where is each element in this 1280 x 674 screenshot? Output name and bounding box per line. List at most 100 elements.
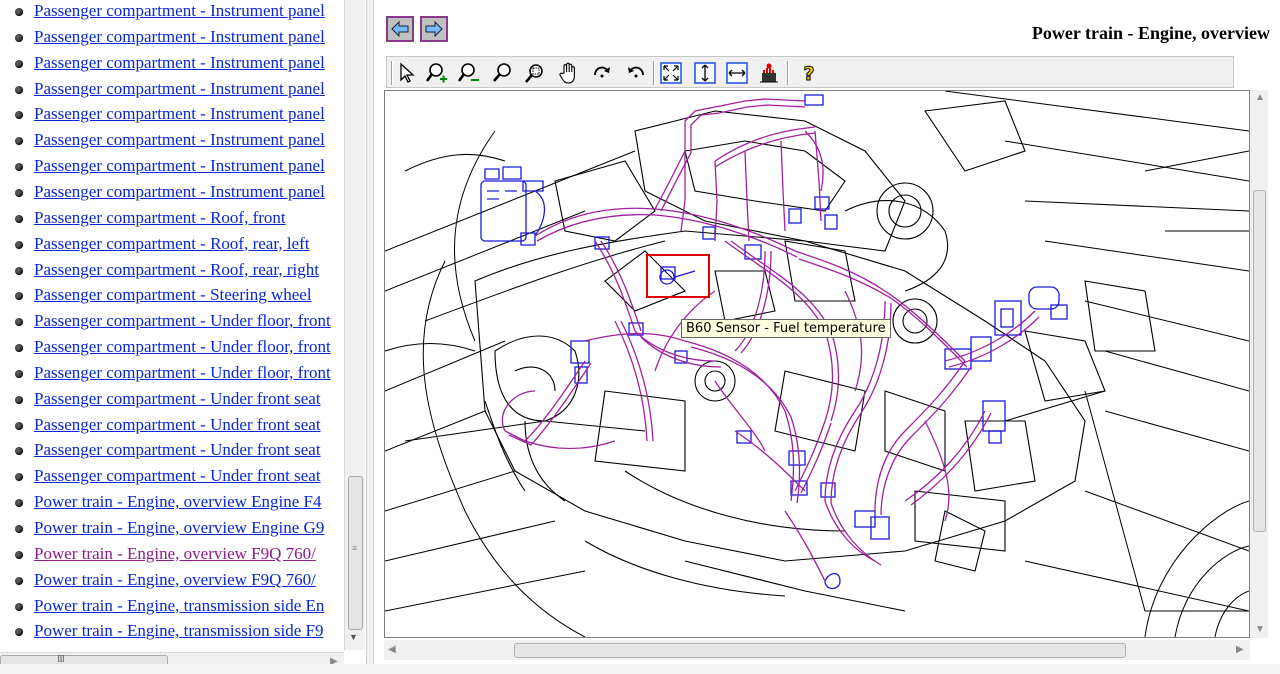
list-item[interactable]: Passenger compartment - Instrument panel [0, 129, 344, 155]
list-item[interactable]: Power train - Engine, overview F9Q 760/ [0, 543, 344, 569]
viewer-vertical-scrollbar[interactable]: ▲ ▼ [1250, 90, 1268, 638]
back-button[interactable] [386, 16, 414, 42]
status-strip [0, 664, 1280, 674]
scroll-up-arrow-icon[interactable]: ▲ [1255, 92, 1265, 103]
document-link[interactable]: Passenger compartment - Under floor, fro… [34, 311, 331, 331]
document-link[interactable]: Passenger compartment - Under front seat [34, 466, 321, 486]
list-vertical-scroll-thumb[interactable]: ≡ [348, 476, 363, 630]
list-item[interactable]: Passenger compartment - Roof, front [0, 207, 344, 233]
list-item[interactable]: Passenger compartment - Instrument panel [0, 0, 344, 26]
rotate-counterclockwise-button[interactable] [623, 61, 647, 85]
document-link[interactable]: Passenger compartment - Instrument panel [34, 130, 325, 150]
list-item[interactable]: Passenger compartment - Under front seat [0, 465, 344, 491]
fit-height-icon [694, 62, 716, 84]
bullet-icon [15, 292, 23, 301]
bullet-icon [15, 8, 23, 16]
b60-highlight[interactable] [646, 254, 710, 298]
document-link[interactable]: Passenger compartment - Roof, front [34, 208, 286, 228]
viewer-vertical-scroll-thumb[interactable] [1253, 190, 1266, 532]
zoom-in-button[interactable] [425, 61, 449, 85]
list-item[interactable]: Power train - Engine, overview Engine F4 [0, 491, 344, 517]
document-link[interactable]: Passenger compartment - Instrument panel [34, 182, 325, 202]
document-link[interactable]: Passenger compartment - Roof, rear, righ… [34, 260, 319, 280]
list-item[interactable]: Power train - Engine, transmission side … [0, 595, 344, 621]
document-link[interactable]: Passenger compartment - Instrument panel [34, 104, 325, 124]
document-link[interactable]: Passenger compartment - Instrument panel [34, 27, 325, 47]
toolbar-separator [391, 61, 393, 85]
document-link[interactable]: Power train - Engine, overview F9Q 760/ [34, 544, 316, 564]
scroll-left-arrow-icon[interactable]: ◀ [388, 644, 396, 655]
toolbar-separator [787, 61, 789, 85]
zoom-button[interactable] [491, 61, 515, 85]
help-button[interactable]: ? [797, 61, 821, 86]
document-title: Power train - Engine, overview [1031, 23, 1270, 43]
list-item[interactable]: Passenger compartment - Roof, rear, left [0, 233, 344, 259]
list-item[interactable]: Passenger compartment - Instrument panel [0, 103, 344, 129]
bullet-icon [15, 421, 23, 430]
list-item[interactable]: Passenger compartment - Under front seat [0, 414, 344, 440]
document-list: Passenger compartment - Instrument panel… [0, 0, 344, 650]
zoom-out-button[interactable] [457, 61, 481, 85]
fit-all-button[interactable] [659, 61, 683, 85]
list-item[interactable]: Passenger compartment - Instrument panel [0, 52, 344, 78]
document-link[interactable]: Power train - Engine, transmission side … [34, 596, 324, 616]
bullet-icon [15, 188, 23, 197]
list-item[interactable]: Power train - Engine, overview Engine G9 [0, 517, 344, 543]
document-link[interactable]: Passenger compartment - Under front seat [34, 415, 321, 435]
select-tool-button[interactable] [395, 61, 419, 85]
toolbar-separator [653, 61, 655, 85]
bullet-icon [15, 111, 23, 120]
engine-wiring-diagram[interactable] [385, 91, 1249, 637]
list-item[interactable]: Power train - Engine, overview F9Q 760/ [0, 569, 344, 595]
list-item[interactable]: Passenger compartment - Under floor, fro… [0, 336, 344, 362]
highlight-icon [760, 63, 778, 83]
zoom-area-icon [525, 64, 543, 83]
bullet-icon [15, 550, 23, 559]
document-link[interactable]: Power train - Engine, transmission side … [34, 621, 323, 641]
list-item[interactable]: Passenger compartment - Under floor, fro… [0, 362, 344, 388]
svg-text:?: ? [803, 63, 814, 85]
highlight-button[interactable] [757, 61, 781, 85]
zoom-area-button[interactable] [523, 61, 547, 85]
list-item[interactable]: Passenger compartment - Under floor, fro… [0, 310, 344, 336]
document-link[interactable]: Passenger compartment - Instrument panel [34, 156, 325, 176]
document-link[interactable]: Passenger compartment - Under floor, fro… [34, 337, 331, 357]
scroll-down-arrow-icon[interactable]: ▼ [349, 632, 358, 642]
list-item[interactable]: Passenger compartment - Instrument panel [0, 181, 344, 207]
list-item[interactable]: Passenger compartment - Instrument panel [0, 26, 344, 52]
list-item[interactable]: Power train - Engine, transmission side … [0, 620, 344, 646]
rotate-clockwise-button[interactable] [591, 61, 615, 85]
document-link[interactable]: Passenger compartment - Under front seat [34, 389, 321, 409]
document-link[interactable]: Passenger compartment - Under floor, fro… [34, 363, 331, 383]
list-vertical-scrollbar[interactable]: ≡ ▼ [344, 0, 365, 650]
pane-splitter[interactable] [366, 0, 374, 674]
document-link[interactable]: Power train - Engine, overview F9Q 760/ [34, 570, 316, 590]
document-link[interactable]: Passenger compartment - Under front seat [34, 440, 321, 460]
scroll-down-arrow-icon[interactable]: ▼ [1255, 624, 1265, 635]
list-item[interactable]: Passenger compartment - Under front seat [0, 388, 344, 414]
viewer-horizontal-scroll-thumb[interactable] [514, 643, 1126, 658]
list-item[interactable]: Passenger compartment - Roof, rear, righ… [0, 259, 344, 285]
list-item[interactable]: Passenger compartment - Under front seat [0, 439, 344, 465]
scroll-right-arrow-icon[interactable]: ▶ [1236, 644, 1244, 655]
list-item[interactable]: Passenger compartment - Steering wheel [0, 284, 344, 310]
bullet-icon [15, 240, 23, 249]
forward-button[interactable] [420, 16, 448, 42]
fit-width-button[interactable] [725, 61, 749, 85]
viewer-horizontal-scrollbar[interactable]: ◀ ▶ [384, 640, 1250, 660]
document-link[interactable]: Power train - Engine, overview Engine F4 [34, 492, 322, 512]
document-link[interactable]: Passenger compartment - Instrument panel [34, 53, 325, 73]
bullet-icon [15, 163, 23, 172]
document-link[interactable]: Power train - Engine, overview Engine G9 [34, 518, 324, 538]
list-item[interactable]: Passenger compartment - Instrument panel [0, 155, 344, 181]
fit-height-button[interactable] [693, 61, 717, 85]
pan-button[interactable] [557, 61, 581, 85]
document-link[interactable]: Passenger compartment - Steering wheel [34, 285, 312, 305]
wiring-diagram-viewer[interactable]: B60 Sensor - Fuel temperature [384, 90, 1250, 638]
bullet-icon [15, 59, 23, 68]
document-link[interactable]: Passenger compartment - Roof, rear, left [34, 234, 309, 254]
document-link[interactable]: Passenger compartment - Instrument panel [34, 1, 325, 21]
zoom-out-icon [457, 63, 479, 82]
document-link[interactable]: Passenger compartment - Instrument panel [34, 79, 325, 99]
list-item[interactable]: Passenger compartment - Instrument panel [0, 78, 344, 104]
